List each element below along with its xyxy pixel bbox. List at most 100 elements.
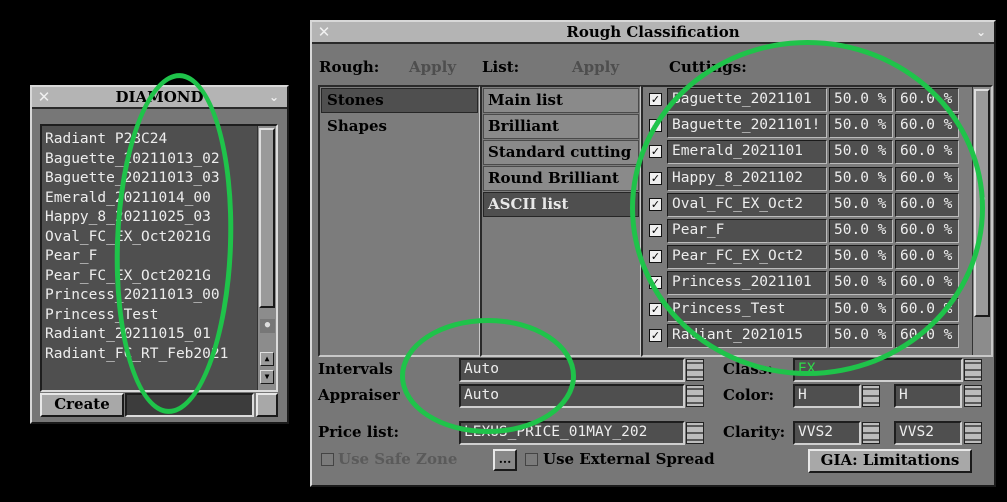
cutting-min-value[interactable]: 50.0 % [829,140,893,165]
cutting-min-value[interactable]: 50.0 % [829,297,893,322]
cutting-max-value[interactable]: 60.0 % [895,297,959,322]
cutting-row[interactable]: ✓ Princess_2021101 50.0 % 60.0 % [643,270,991,296]
diamond-list-item[interactable]: Princess_Test [45,306,256,326]
clarity-to-spinner[interactable] [964,422,982,444]
cutting-row[interactable]: ✓ Baguette_2021101! 50.0 % 60.0 % [643,113,991,139]
create-extra-button[interactable] [256,393,278,417]
close-icon[interactable]: ✕ [314,23,334,42]
cutting-max-value[interactable]: 60.0 % [895,114,959,139]
cutting-name[interactable]: Happy_8_2021102 [667,166,827,191]
price-list-spinner[interactable] [686,422,704,444]
rough-apply-button[interactable]: Apply [409,58,456,76]
diamond-list-item[interactable]: Oval_FC_EX_Oct2021G [45,228,256,248]
appraiser-spinner[interactable] [686,385,704,407]
cutting-row[interactable]: ✓ Baguette_2021101 50.0 % 60.0 % [643,87,991,113]
cutting-name[interactable]: Baguette_2021101! [667,114,827,139]
diamond-list-item[interactable]: Radiant_20211015_01 [45,325,256,345]
cutting-min-value[interactable]: 50.0 % [829,114,893,139]
diamond-titlebar[interactable]: ✕ DIAMOND ⌄ [32,87,287,109]
color-from-field[interactable]: H [793,384,861,408]
cutting-min-value[interactable]: 50.0 % [829,245,893,270]
clarity-from-field[interactable]: VVS2 [793,421,861,445]
diamond-list[interactable]: Radiant P28C24 Baguette_20211013_02 Baguet… [40,124,278,392]
cutting-name[interactable]: Princess_2021101 [667,271,827,296]
gia-limitations-button[interactable]: GIA: Limitations [808,449,972,473]
color-to-field[interactable]: H [894,384,962,408]
cutting-name[interactable]: Emerald_2021101 [667,140,827,165]
diamond-list-item[interactable]: Baguette_20211013_02 [45,150,256,170]
diamond-list-item[interactable]: Happy_8_20211025_03 [45,208,256,228]
price-list-field[interactable]: LEXUS_PRICE_01MAY_202 [459,421,685,445]
cutting-row[interactable]: ✓ Happy_8_2021102 50.0 % 60.0 % [643,166,991,192]
diamond-scroll-thumb[interactable] [259,128,275,308]
rough-list-item[interactable]: Shapes [321,114,478,139]
cutting-min-value[interactable]: 50.0 % [829,218,893,243]
scroll-down-icon[interactable]: ▼ [260,370,274,384]
cutting-name[interactable]: Baguette_2021101 [667,88,827,112]
diamond-list-item[interactable]: Pear_FC_EX_Oct2021G [45,267,256,287]
chevron-down-icon[interactable]: ⌄ [971,23,991,42]
appraiser-field[interactable]: Auto [459,384,685,408]
color-from-spinner[interactable] [862,385,880,407]
cuttings-table[interactable]: ✓ Baguette_2021101 50.0 % 60.0 % ✓ Baguette_2… [641,85,993,357]
color-to-spinner[interactable] [964,385,982,407]
cutting-row[interactable]: ✓ Radiant_2021015 50.0 % 60.0 % [643,323,991,349]
chevron-down-icon[interactable]: ⌄ [264,88,284,107]
rough-list[interactable]: Stones Shapes [318,85,481,357]
external-spread-checkbox[interactable] [525,453,538,466]
cutting-name[interactable]: Pear_F [667,218,827,243]
cutting-row[interactable]: ✓ Pear_FC_EX_Oct2 50.0 % 60.0 % [643,244,991,270]
rough-titlebar[interactable]: ✕ Rough Classification ⌄ [312,22,994,44]
cutting-max-value[interactable]: 60.0 % [895,218,959,243]
ellipsis-button[interactable]: ... [493,449,517,471]
cutting-max-value[interactable]: 60.0 % [895,245,959,270]
safe-zone-checkbox[interactable] [321,453,334,466]
cutting-min-value[interactable]: 50.0 % [829,166,893,191]
cutting-checkbox[interactable]: ✓ [649,302,662,316]
cutting-min-value[interactable]: 50.0 % [829,323,893,348]
clarity-to-field[interactable]: VVS2 [894,421,962,445]
list-apply-button[interactable]: Apply [572,58,619,76]
cutting-min-value[interactable]: 50.0 % [829,271,893,296]
cutting-max-value[interactable]: 60.0 % [895,323,959,348]
cutting-row[interactable]: ✓ Oval_FC_EX_Oct2 50.0 % 60.0 % [643,192,991,218]
cutting-checkbox[interactable]: ✓ [649,276,662,290]
cutting-name[interactable]: Princess_Test [667,297,827,322]
close-icon[interactable]: ✕ [34,88,54,107]
cutting-name[interactable]: Oval_FC_EX_Oct2 [667,192,827,217]
cutting-min-value[interactable]: 50.0 % [829,88,893,112]
diamond-list-item[interactable]: Pear_F [45,247,256,267]
list-list-item[interactable]: Main list [483,88,639,113]
diamond-list-item[interactable]: Emerald_20211014_00 [45,189,256,209]
cutting-checkbox[interactable]: ✓ [649,328,662,342]
cutting-checkbox[interactable]: ✓ [649,93,662,106]
cutting-checkbox[interactable]: ✓ [649,145,662,159]
cutting-max-value[interactable]: 60.0 % [895,166,959,191]
diamond-list-item[interactable]: Baguette_20211013_03 [45,169,256,189]
create-name-field[interactable] [125,393,254,417]
list-list-item[interactable]: ASCII list [483,192,639,217]
scroll-dot-icon[interactable]: ● [975,193,990,207]
cutting-max-value[interactable]: 60.0 % [895,88,959,112]
intervals-field[interactable]: Auto [459,358,685,382]
cutting-max-value[interactable]: 60.0 % [895,271,959,296]
cutting-row[interactable]: ✓ Pear_F 50.0 % 60.0 % [643,218,991,244]
cuttings-scrollbar[interactable]: ● [972,87,991,355]
list-list-item[interactable]: Round Brilliant [483,166,639,191]
list-list-item[interactable]: Brilliant [483,114,639,139]
list-list-item[interactable]: Standard cutting [483,140,639,165]
diamond-list-item[interactable]: Radiant_FC_RT_Feb2021 [45,345,256,365]
cutting-row[interactable]: ✓ Emerald_2021101 50.0 % 60.0 % [643,139,991,165]
cutting-max-value[interactable]: 60.0 % [895,140,959,165]
clarity-from-spinner[interactable] [862,422,880,444]
list-list[interactable]: Main list Brilliant Standard cutting Round … [480,85,642,357]
class-spinner[interactable] [964,359,982,381]
cutting-row[interactable]: ✓ Princess_Test 50.0 % 60.0 % [643,297,991,323]
cutting-checkbox[interactable]: ✓ [649,197,662,211]
cutting-checkbox[interactable]: ✓ [649,223,662,237]
cutting-checkbox[interactable]: ✓ [649,119,662,133]
cutting-name[interactable]: Radiant_2021015 [667,323,827,348]
cutting-checkbox[interactable]: ✓ [649,171,662,185]
diamond-scrollbar[interactable]: ● ▲ ▼ [257,126,276,390]
rough-list-item[interactable]: Stones [321,88,478,113]
